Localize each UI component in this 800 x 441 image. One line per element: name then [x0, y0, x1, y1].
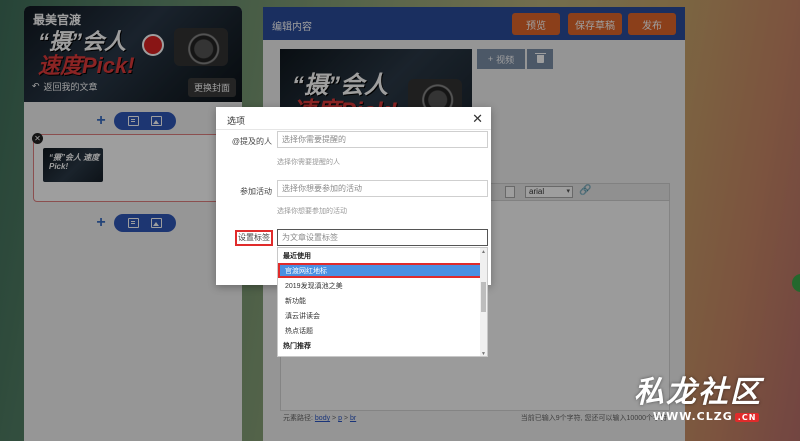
tag-input[interactable]: [277, 229, 488, 246]
mention-label: @提及的人: [231, 137, 272, 146]
tag-option[interactable]: 新功能: [278, 293, 487, 308]
divider: [216, 129, 491, 130]
tag-option[interactable]: 滇云讲读会: [278, 308, 487, 323]
scroll-up-icon[interactable]: ▲: [481, 249, 486, 255]
scroll-thumb[interactable]: [481, 282, 486, 312]
dialog-title: 选项: [227, 116, 246, 126]
activity-hint: 选择你想要参加的活动: [277, 208, 347, 215]
close-icon[interactable]: ✕: [472, 111, 483, 127]
hot-group-header: 热门推荐: [283, 343, 311, 350]
scroll-down-icon[interactable]: ▼: [481, 351, 486, 356]
activity-label: 参加活动: [240, 187, 272, 196]
tag-dropdown: 最近使用 官渡网红地标 2019发现滇池之美 新功能 滇云讲读会 热点话题 热门…: [277, 247, 488, 357]
activity-input[interactable]: [277, 180, 488, 197]
dropdown-scrollbar[interactable]: ▲ ▼: [480, 248, 487, 356]
tag-option[interactable]: 官渡网红地标: [278, 263, 487, 278]
watermark-logo: 私龙社区: [634, 375, 762, 410]
watermark-url: WWW.CLZG .CN: [653, 410, 760, 423]
recent-group-header: 最近使用: [283, 253, 311, 260]
tag-label: 设置标签: [235, 230, 273, 246]
tag-option[interactable]: 2019发现滇池之美: [278, 278, 487, 293]
mention-input[interactable]: [277, 131, 488, 148]
mention-hint: 选择你需要提醒的人: [277, 159, 340, 166]
tag-option[interactable]: 热点话题: [278, 323, 487, 338]
